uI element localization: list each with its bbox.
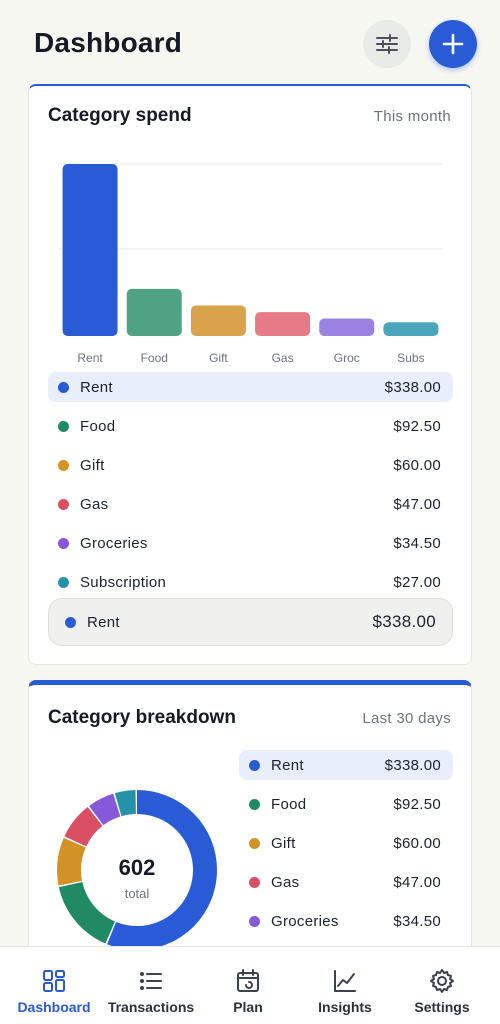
filter-button[interactable] <box>363 20 411 68</box>
legend-dot <box>249 798 260 810</box>
nav-transactions[interactable]: Transactions <box>101 947 201 1024</box>
breakdown-item-rent[interactable]: Rent $338.00 <box>239 750 453 780</box>
breakdown-item-groceries[interactable]: Groceries $34.50 <box>239 906 453 936</box>
legend-value: $60.00 <box>393 834 441 852</box>
legend-dot <box>58 381 69 393</box>
bar-gas[interactable] <box>255 312 311 336</box>
x-tick-label: Gift <box>209 351 228 365</box>
legend-dot <box>58 459 69 471</box>
legend-dot <box>249 837 260 849</box>
add-button[interactable] <box>429 20 477 68</box>
legend-item-gift[interactable]: Gift $60.00 <box>48 450 453 480</box>
legend-label: Rent <box>271 756 304 774</box>
selected-category-dot <box>65 616 76 628</box>
page-title: Dashboard <box>34 27 183 58</box>
donut-total-value: 602 <box>118 855 156 880</box>
breakdown-item-food[interactable]: Food $92.50 <box>239 789 453 819</box>
breakdown-item-gas[interactable]: Gas $47.00 <box>239 867 453 897</box>
legend-item-gas[interactable]: Gas $47.00 <box>48 489 453 519</box>
bar-food[interactable] <box>126 288 182 336</box>
plus-icon <box>442 33 464 55</box>
legend-item-subscription[interactable]: Subscription $27.00 <box>48 567 453 597</box>
bar-rent[interactable] <box>62 164 118 336</box>
legend-label: Gas <box>271 873 300 891</box>
legend-value: $47.00 <box>393 873 441 891</box>
nav-settings[interactable]: Settings <box>392 947 492 1024</box>
donut-total-label: total <box>124 886 150 901</box>
legend-label: Food <box>80 417 116 435</box>
legend-value: $92.50 <box>393 417 441 435</box>
selected-category-value: $338.00 <box>372 612 436 631</box>
selected-category-summary[interactable]: Rent $338.00 <box>48 598 453 646</box>
legend-value: $338.00 <box>384 378 441 396</box>
category-spend-card: Category spend This month Rent Food Gift Ga… <box>28 84 472 665</box>
legend-dot <box>58 576 69 588</box>
legend-value: $47.00 <box>393 495 441 513</box>
breakdown-item-gift[interactable]: Gift $60.00 <box>239 828 453 858</box>
x-tick-label: Rent <box>77 351 103 365</box>
x-tick-label: Food <box>141 351 168 365</box>
legend-item-groceries[interactable]: Groceries $34.50 <box>48 528 453 558</box>
legend-value: $34.50 <box>393 534 441 552</box>
nav-label: Dashboard <box>17 999 91 1015</box>
nav-label: Insights <box>318 999 372 1015</box>
legend-value: $92.50 <box>393 795 441 813</box>
legend-label: Gas <box>80 495 109 513</box>
bottom-navigation: Dashboard Transactions Plan Insights Setting… <box>0 946 500 1024</box>
nav-plan[interactable]: Plan <box>198 947 298 1024</box>
legend-dot <box>249 759 260 771</box>
x-tick-label: Subs <box>397 351 424 365</box>
gear-icon <box>430 969 454 993</box>
legend-value: $60.00 <box>393 456 441 474</box>
nav-insights[interactable]: Insights <box>295 947 395 1024</box>
legend-value: $27.00 <box>393 573 441 591</box>
legend-label: Gift <box>271 834 296 852</box>
x-tick-label: Groc <box>334 351 360 365</box>
legend-item-rent[interactable]: Rent $338.00 <box>48 372 453 402</box>
legend-dot <box>58 498 69 510</box>
list-icon <box>140 972 162 990</box>
bar-groc[interactable] <box>319 318 375 336</box>
calendar-refresh-icon <box>237 969 259 992</box>
nav-label: Settings <box>414 999 470 1015</box>
app-header: Dashboard <box>0 0 500 84</box>
legend-dot <box>249 876 260 888</box>
sliders-icon <box>376 34 398 54</box>
legend-dot <box>58 420 69 432</box>
nav-label: Plan <box>233 999 263 1015</box>
legend-dot <box>249 915 260 927</box>
nav-dashboard[interactable]: Dashboard <box>4 947 104 1024</box>
bar-chart: Rent Food Gift Gas Groc Subs <box>58 163 443 365</box>
legend-label: Rent <box>80 378 113 396</box>
legend-dot <box>58 537 69 549</box>
legend-value: $34.50 <box>393 912 441 930</box>
legend-label: Groceries <box>80 534 148 552</box>
bar-subs[interactable] <box>383 322 439 336</box>
x-tick-label: Gas <box>272 351 294 365</box>
legend-label: Groceries <box>271 912 339 930</box>
line-chart-icon <box>334 970 356 992</box>
dashboard-icon <box>43 970 65 992</box>
legend-label: Food <box>271 795 307 813</box>
category-breakdown-card: Category breakdown Last 30 days 602 tota… <box>28 680 472 970</box>
selected-category-label: Rent <box>87 613 120 631</box>
bar-gift[interactable] <box>190 305 246 336</box>
legend-label: Gift <box>80 456 105 474</box>
nav-label: Transactions <box>107 999 195 1015</box>
legend-label: Subscription <box>80 573 167 591</box>
legend-value: $338.00 <box>384 756 441 774</box>
legend-item-food[interactable]: Food $92.50 <box>48 411 453 441</box>
